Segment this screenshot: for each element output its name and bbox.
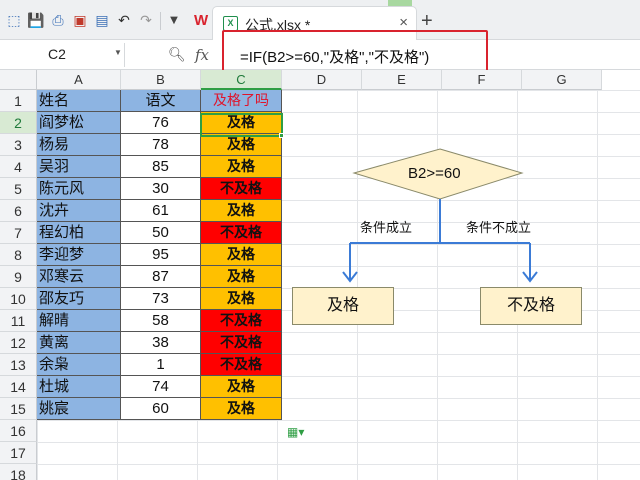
row-header[interactable]: 6	[0, 200, 37, 222]
score-cell[interactable]: 61	[121, 200, 201, 222]
name-cell[interactable]: 邵友巧	[37, 288, 121, 310]
name-cell[interactable]: 程幻柏	[37, 222, 121, 244]
name-cell[interactable]: 沈卉	[37, 200, 121, 222]
result-cell[interactable]: 及格	[201, 266, 282, 288]
row-header[interactable]: 2	[0, 112, 37, 134]
fill-handle[interactable]	[279, 133, 284, 138]
row-header[interactable]: 14	[0, 376, 37, 398]
result-pass-box: 及格	[292, 287, 394, 325]
score-cell[interactable]: 60	[121, 398, 201, 420]
paste-options-icon[interactable]: ▦▾	[287, 425, 313, 443]
active-cell-outline	[200, 113, 283, 137]
column-header-f[interactable]: F	[442, 70, 522, 90]
result-cell[interactable]: 不及格	[201, 222, 282, 244]
false-branch-label: 条件不成立	[466, 220, 532, 235]
name-cell[interactable]: 杜城	[37, 376, 121, 398]
name-box[interactable]: C2 ▼	[0, 43, 125, 67]
result-cell[interactable]: 不及格	[201, 332, 282, 354]
select-all-corner[interactable]	[0, 70, 37, 90]
result-cell[interactable]: 及格	[201, 398, 282, 420]
score-cell[interactable]: 30	[121, 178, 201, 200]
score-cell[interactable]: 58	[121, 310, 201, 332]
name-cell[interactable]: 陈元风	[37, 178, 121, 200]
result-cell[interactable]: 不及格	[201, 310, 282, 332]
formula-highlight-box	[222, 30, 488, 73]
name-cell[interactable]: 吴羽	[37, 156, 121, 178]
score-cell[interactable]: 50	[121, 222, 201, 244]
score-cell[interactable]: 1	[121, 354, 201, 376]
zoom-icon[interactable]: 🔍︎	[168, 47, 186, 63]
header-result-cell[interactable]: 及格了吗	[201, 90, 282, 112]
save-icon[interactable]: 💾	[27, 13, 44, 29]
result-cell[interactable]: 及格	[201, 134, 282, 156]
row-header[interactable]: 8	[0, 244, 37, 266]
row-header[interactable]: 16	[0, 420, 37, 442]
header-score-cell[interactable]: 语文	[121, 90, 201, 112]
row-header[interactable]: 9	[0, 266, 37, 288]
row-header[interactable]: 10	[0, 288, 37, 310]
row-header[interactable]: 11	[0, 310, 37, 332]
excel-file-icon: X	[223, 16, 238, 31]
dropdown-icon[interactable]: ▼	[166, 13, 182, 29]
row-header[interactable]: 1	[0, 90, 37, 112]
column-header-a[interactable]: A	[37, 70, 121, 90]
score-cell[interactable]: 95	[121, 244, 201, 266]
score-cell[interactable]: 38	[121, 332, 201, 354]
row-header[interactable]: 4	[0, 156, 37, 178]
undo-icon[interactable]: ↶	[116, 13, 132, 29]
true-branch-label: 条件成立	[360, 220, 413, 235]
score-cell[interactable]: 74	[121, 376, 201, 398]
column-header-c[interactable]: C	[201, 70, 282, 90]
column-header-b[interactable]: B	[121, 70, 201, 90]
row-header[interactable]: 17	[0, 442, 37, 464]
result-cell[interactable]: 不及格	[201, 354, 282, 376]
flowchart: B2>=60 条件成立 条件不成立 及格 不及格	[290, 145, 590, 330]
name-cell[interactable]: 李迎梦	[37, 244, 121, 266]
row-header[interactable]: 7	[0, 222, 37, 244]
row-header[interactable]: 13	[0, 354, 37, 376]
redo-icon[interactable]: ↷	[138, 13, 154, 29]
score-cell[interactable]: 78	[121, 134, 201, 156]
result-cell[interactable]: 不及格	[201, 178, 282, 200]
column-header-e[interactable]: E	[362, 70, 442, 90]
row-header[interactable]: 12	[0, 332, 37, 354]
name-cell[interactable]: 杨易	[37, 134, 121, 156]
print-preview-icon[interactable]: ▤	[94, 13, 110, 29]
header-name-cell[interactable]: 姓名	[37, 90, 121, 112]
row-header[interactable]: 5	[0, 178, 37, 200]
name-cell[interactable]: 姚宸	[37, 398, 121, 420]
fx-icon[interactable]: fx	[195, 46, 209, 64]
row-header[interactable]: 3	[0, 134, 37, 156]
name-cell[interactable]: 阎梦松	[37, 112, 121, 134]
column-header-g[interactable]: G	[522, 70, 602, 90]
pdf-icon[interactable]: ▣	[72, 13, 88, 29]
result-fail-box: 不及格	[480, 287, 582, 325]
result-cell[interactable]: 及格	[201, 288, 282, 310]
name-cell[interactable]: 余枭	[37, 354, 121, 376]
cell-reference: C2	[48, 46, 66, 62]
row-header[interactable]: 15	[0, 398, 37, 420]
score-cell[interactable]: 73	[121, 288, 201, 310]
decision-condition: B2>=60	[408, 165, 461, 182]
result-cell[interactable]: 及格	[201, 376, 282, 398]
toolbar-separator	[160, 12, 161, 30]
result-cell[interactable]: 及格	[201, 156, 282, 178]
score-cell[interactable]: 76	[121, 112, 201, 134]
result-cell[interactable]: 及格	[201, 200, 282, 222]
name-cell[interactable]: 邓寒云	[37, 266, 121, 288]
column-header-d[interactable]: D	[282, 70, 362, 90]
row-header[interactable]: 18	[0, 464, 37, 480]
score-cell[interactable]: 85	[121, 156, 201, 178]
wps-logo-icon: W	[194, 12, 209, 29]
print-icon[interactable]: ⎙	[50, 13, 66, 29]
score-cell[interactable]: 87	[121, 266, 201, 288]
tab-close-button[interactable]: ×	[399, 14, 408, 31]
spreadsheet-window: ⬚ 💾 ⎙ ▣ ▤ ↶ ↷ ▼ W X 公式.xlsx * × + C2 ▼ 🔍…	[0, 0, 640, 480]
app-menu-icon[interactable]: ⬚	[6, 13, 22, 29]
name-cell[interactable]: 黄离	[37, 332, 121, 354]
chevron-down-icon[interactable]: ▼	[114, 48, 122, 57]
result-cell[interactable]: 及格	[201, 244, 282, 266]
name-cell[interactable]: 解晴	[37, 310, 121, 332]
